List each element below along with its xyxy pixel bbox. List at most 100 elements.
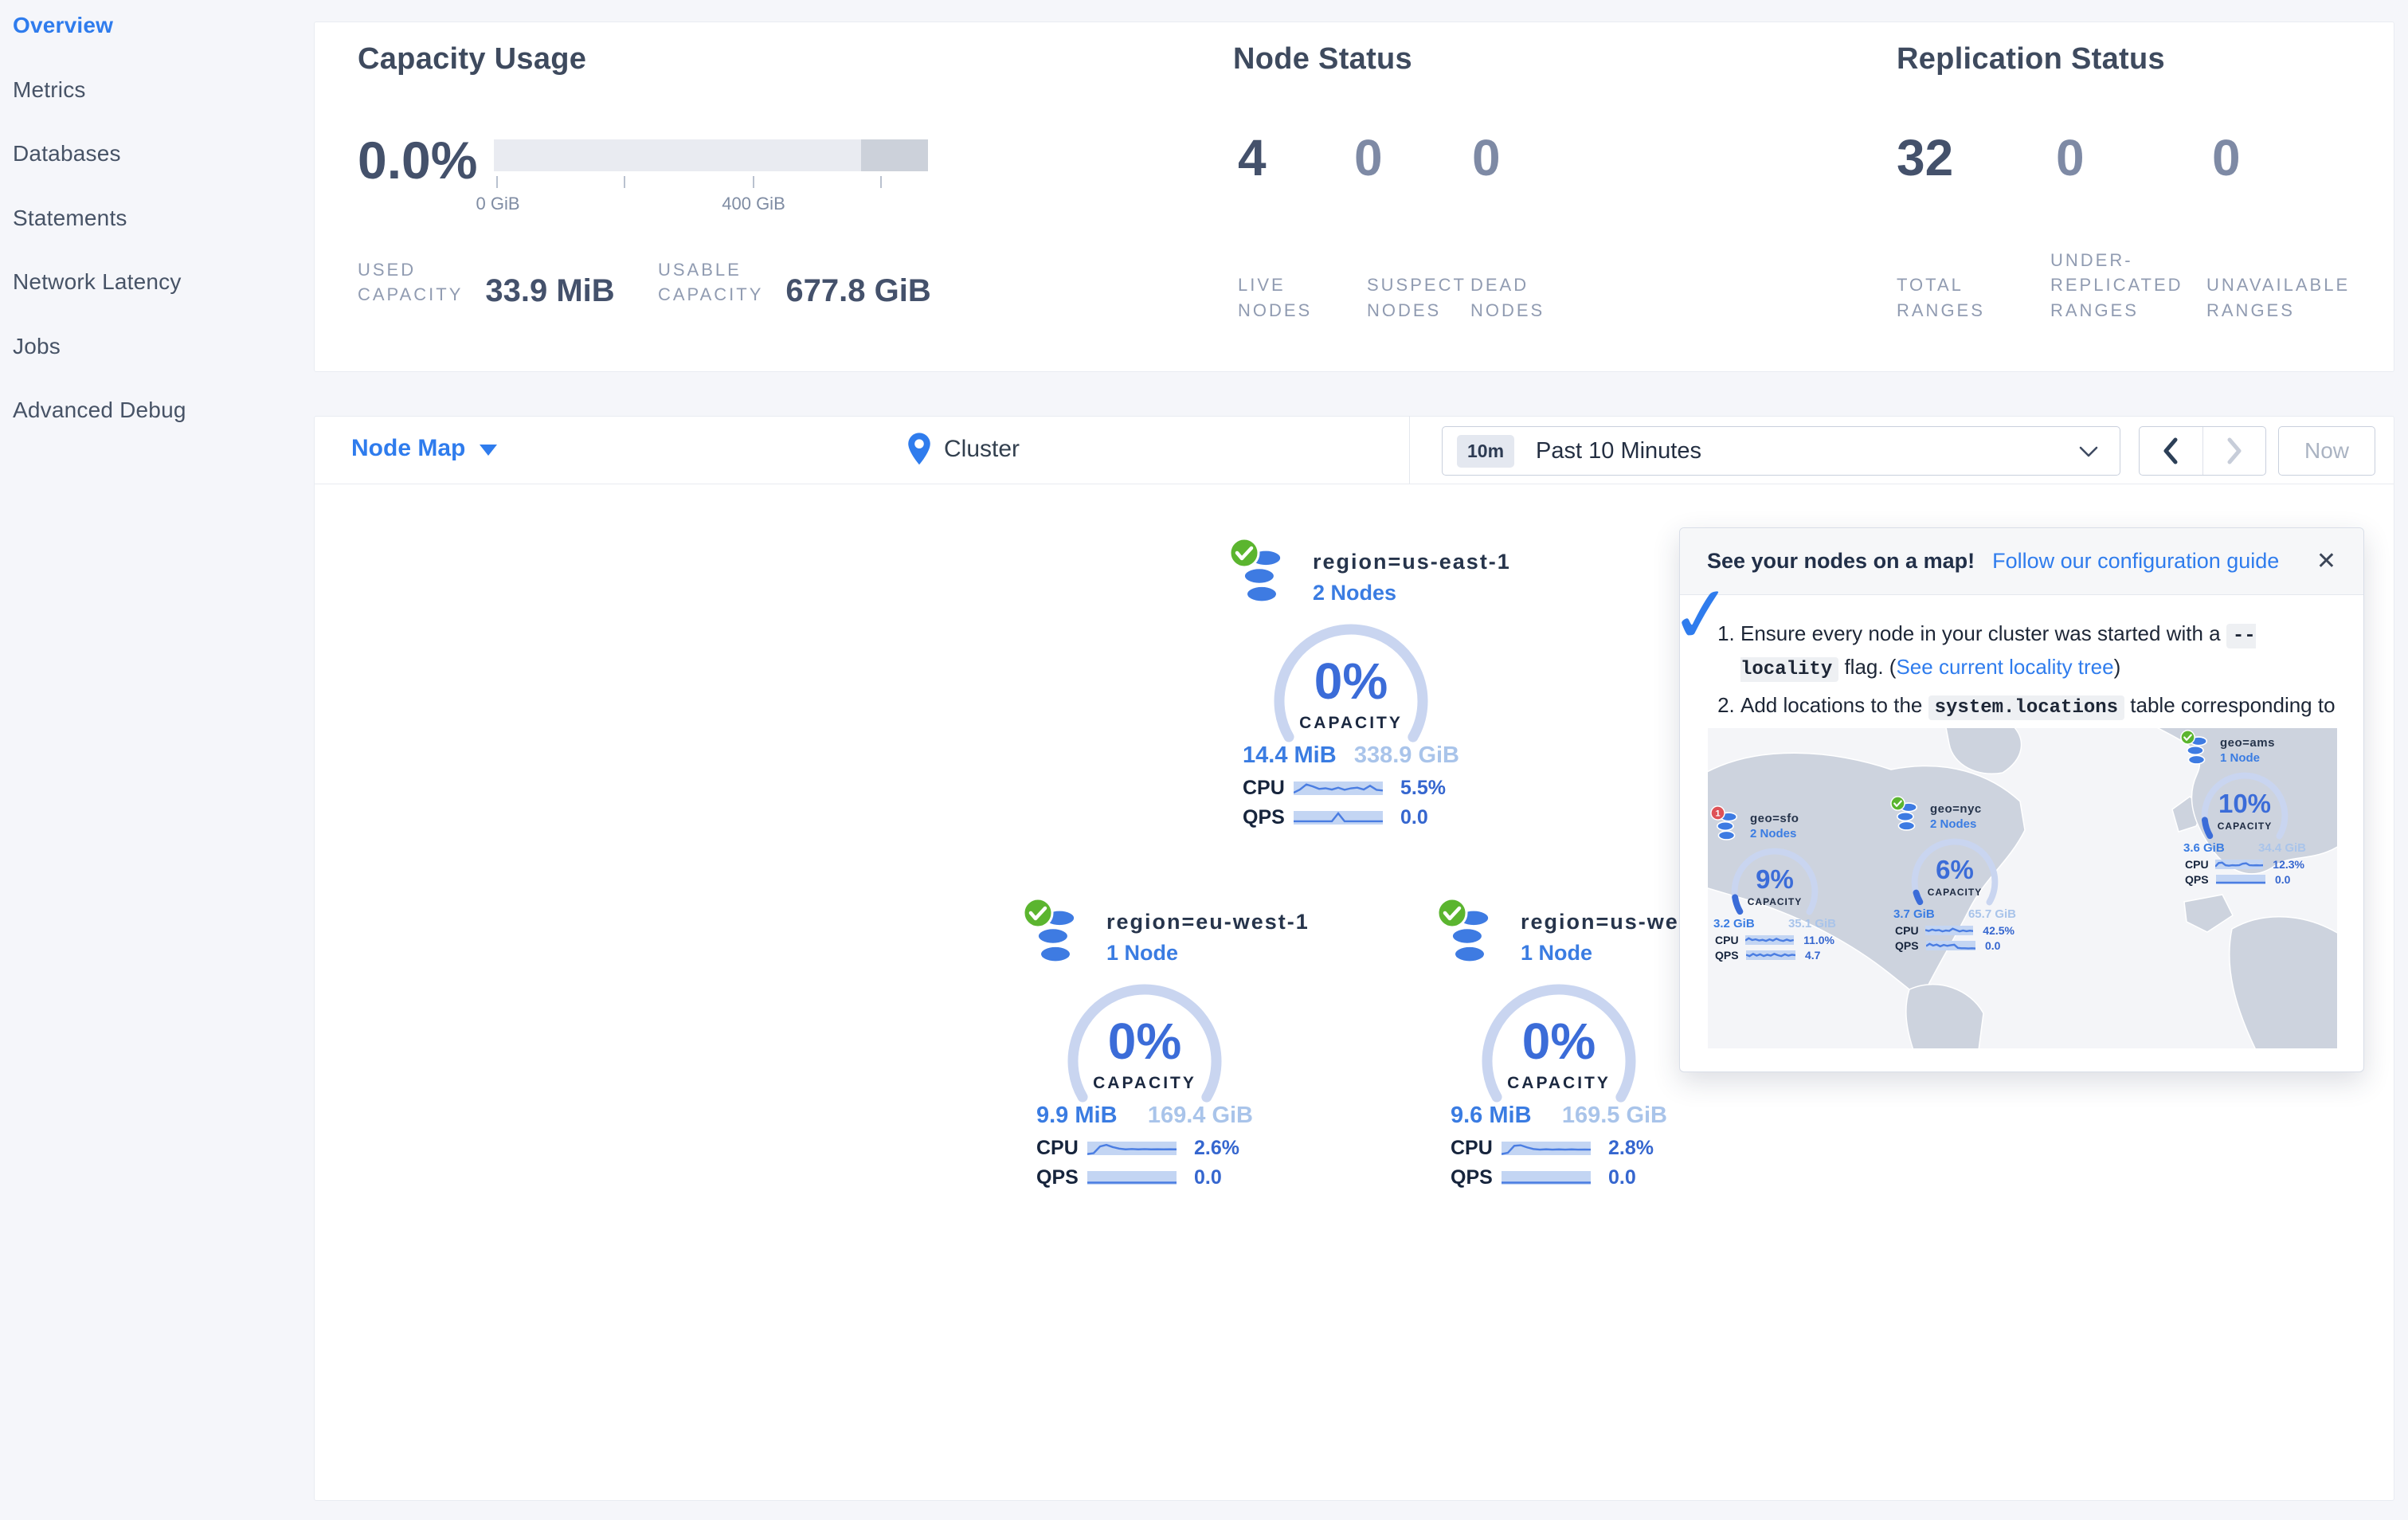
gauge-capacity-label: CAPACITY (1747, 896, 1803, 907)
gauge-percent: 0% (1521, 1013, 1596, 1070)
time-step-forward-button[interactable] (2202, 427, 2266, 475)
qps-label: QPS (1243, 806, 1285, 829)
capacity-axis-label-0: 0 GiB (476, 194, 520, 214)
sidebar-item-network-latency[interactable]: Network Latency (13, 269, 182, 295)
minimap-region-name: geo=sfo (1750, 812, 1799, 825)
gauge-percent: 6% (1936, 855, 1974, 884)
cpu-sparkline (1087, 1142, 1177, 1155)
time-range-select[interactable]: 10m Past 10 Minutes (1442, 426, 2120, 476)
capacity-bar (494, 139, 928, 171)
gauge-capacity-label: CAPACITY (1927, 887, 1983, 898)
sidebar: Overview Metrics Databases Statements Ne… (0, 0, 312, 1520)
gauge-percent: 10% (2218, 789, 2272, 818)
database-icon (1032, 908, 1092, 981)
tooltip-step: Ensure every node in your cluster was st… (1740, 617, 2336, 684)
map-toolbar: Node Map Cluster 10m Past 10 Minutes Now (314, 416, 2394, 484)
database-icon (1238, 548, 1298, 621)
region-nodes-link[interactable]: 2 Nodes (1313, 581, 1511, 605)
cpu-sparkline (1745, 935, 1795, 945)
sidebar-item-databases[interactable]: Databases (13, 141, 121, 166)
total-ranges-count: 32 (1897, 129, 1954, 186)
map-pin-icon (908, 433, 930, 465)
chevron-right-icon (2227, 437, 2242, 464)
sidebar-item-metrics[interactable]: Metrics (13, 77, 86, 103)
region-group-eu-west-1: region=eu-west-1 1 Node 0% CAPACITY 9.9 … (1025, 908, 1308, 1189)
minimap-region-nodes: 1 Node (2220, 751, 2261, 765)
step-text: ) (2113, 655, 2121, 680)
sidebar-item-statements[interactable]: Statements (13, 206, 127, 231)
qps-label: QPS (1715, 949, 1739, 962)
replication-status-section: Replication Status 32 0 0 TOTAL RANGES UN… (1897, 42, 2383, 320)
gauge-percent: 0% (1314, 652, 1388, 710)
qps-sparkline (1087, 1171, 1177, 1185)
minimap-region-nodes: 2 Nodes (1930, 817, 1977, 831)
node-map-setup-tooltip: See your nodes on a map! Follow our conf… (1679, 527, 2364, 1072)
qps-value: 0.0 (2275, 873, 2291, 886)
gauge-capacity-label: CAPACITY (1299, 714, 1403, 732)
node-status-section: Node Status 4 0 0 LIVE NODES SUSPECT NODES… (1233, 42, 1791, 320)
step-text: Ensure every node in your cluster was st… (1740, 621, 2226, 645)
step-text: flag. ( (1838, 655, 1897, 680)
minimap-group-nyc: geo=nyc 2 Nodes 6% CAPACITY 3.7 GiB 65.7… (1890, 796, 2018, 952)
usable-capacity-label: USABLE CAPACITY (658, 260, 764, 305)
qps-label: QPS (1895, 939, 1919, 952)
region-name: region=eu-west-1 (1106, 910, 1310, 934)
status-ok-icon (2180, 730, 2195, 745)
qps-sparkline (1926, 941, 1975, 950)
configuration-guide-link[interactable]: Follow our configuration guide (1992, 549, 2279, 574)
chevron-left-icon (2163, 437, 2178, 464)
sidebar-item-jobs[interactable]: Jobs (13, 334, 61, 359)
capacity-usage-section: Capacity Usage 0.0% 0 GiB 400 GiB USED C… (358, 42, 1154, 308)
dead-nodes-count: 0 (1472, 129, 1501, 186)
region-nodes-link[interactable]: 1 Node (1106, 941, 1310, 966)
unavailable-ranges-count: 0 (2212, 129, 2241, 186)
qps-sparkline (1746, 950, 1795, 960)
capacity-gauge: 0% CAPACITY (1065, 981, 1224, 1138)
view-selector-dropdown[interactable]: Node Map (351, 435, 498, 462)
live-nodes-count: 4 (1238, 129, 1267, 186)
dead-nodes-label: DEAD NODES (1470, 275, 1545, 320)
qps-sparkline (1294, 811, 1383, 825)
used-capacity-value: 33.9 MiB (485, 272, 615, 308)
minimap-group-sfo: geo=sfo 2 Nodes 9% CAPACITY 3.2 GiB 35.1… (1710, 805, 1838, 962)
sidebar-item-overview[interactable]: Overview (13, 13, 113, 38)
under-replicated-label: UNDER- REPLICATED RANGES (2050, 250, 2183, 320)
node-status-title: Node Status (1233, 42, 1412, 76)
unavailable-ranges-label: UNAVAILABLE RANGES (2206, 275, 2351, 320)
tooltip-title: See your nodes on a map! (1707, 549, 1975, 573)
close-icon[interactable]: ✕ (2316, 547, 2336, 575)
time-step-back-button[interactable] (2140, 427, 2202, 475)
capacity-usage-title: Capacity Usage (358, 42, 587, 76)
capacity-bar-nonusable-segment (861, 139, 928, 171)
capacity-axis-tick (753, 176, 754, 188)
locality-tree-link[interactable]: See current locality tree (1896, 655, 2113, 679)
status-ok-icon (1022, 897, 1054, 929)
now-button[interactable]: Now (2278, 426, 2375, 476)
capacity-axis-tick (880, 176, 882, 188)
qps-sparkline (2216, 875, 2265, 884)
region-group-us-east-1: region=us-east-1 2 Nodes 0% CAPACITY 14.… (1231, 548, 1509, 829)
gauge-capacity-label: CAPACITY (1093, 1074, 1196, 1092)
minimap-region-nodes: 2 Nodes (1750, 827, 1797, 840)
status-ok-icon (1890, 796, 1905, 811)
database-icon (1890, 796, 1923, 836)
qps-label: QPS (2185, 873, 2209, 886)
region-group-us-west-1: region=us-west-1 1 Node 0% CAPACITY 9.6 … (1439, 908, 1722, 1189)
database-icon (1446, 908, 1506, 981)
status-ok-icon (1436, 897, 1468, 929)
cpu-sparkline (1502, 1142, 1591, 1155)
qps-value: 4.7 (1805, 949, 1821, 962)
qps-value: 0.0 (1400, 806, 1428, 829)
chevron-down-icon (480, 445, 498, 456)
cpu-sparkline (2215, 860, 2264, 869)
capacity-gauge: 0% CAPACITY (1479, 981, 1639, 1138)
cpu-sparkline (1294, 782, 1383, 795)
database-icon (2180, 730, 2213, 770)
breadcrumb: Cluster (906, 432, 1020, 467)
sidebar-item-advanced-debug[interactable]: Advanced Debug (13, 398, 186, 423)
cpu-sparkline (1925, 926, 1974, 935)
time-range-badge: 10m (1457, 434, 1515, 468)
time-range-value: Past 10 Minutes (1536, 437, 1701, 464)
gauge-capacity-label: CAPACITY (2217, 821, 2273, 832)
region-name: region=us-east-1 (1313, 550, 1511, 574)
